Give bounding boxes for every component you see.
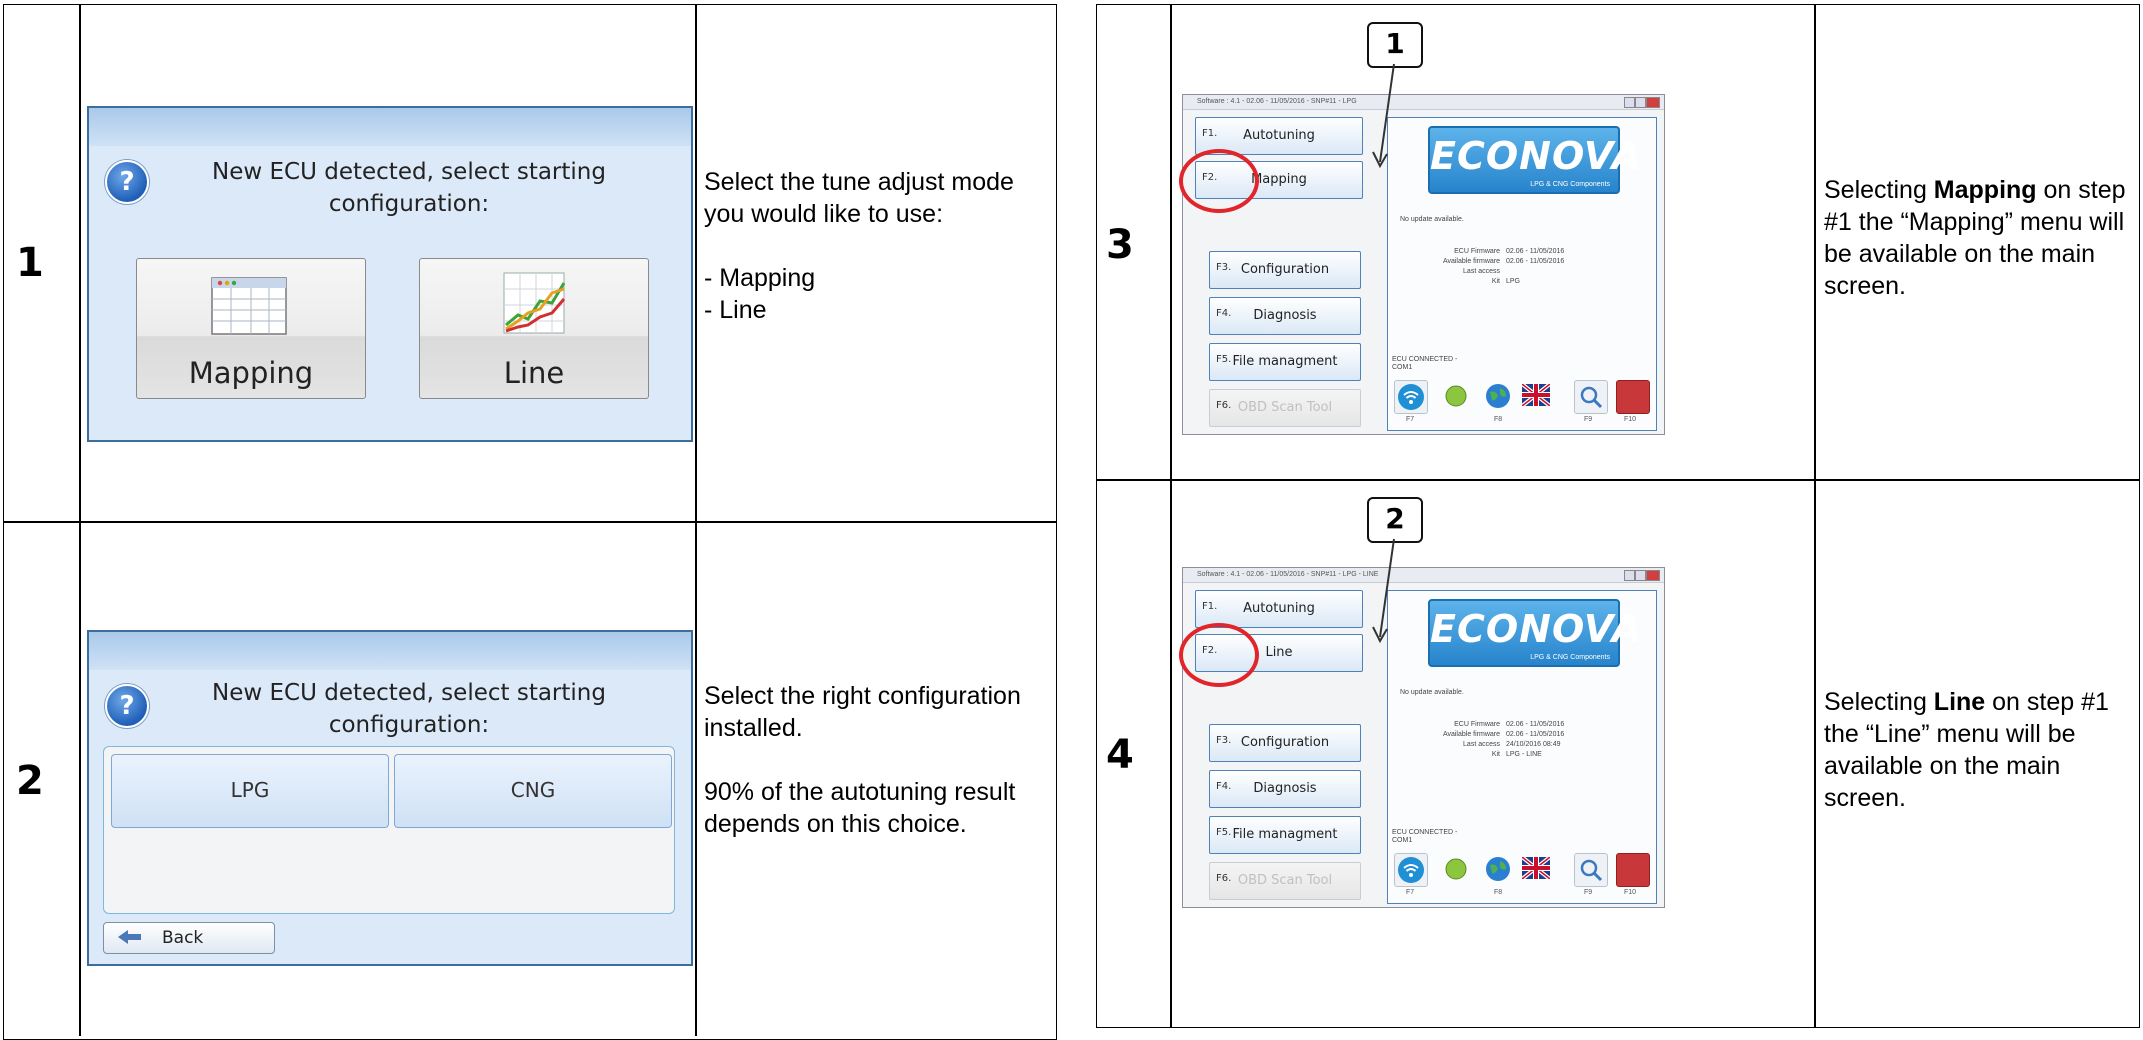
highlight-circle [1179, 623, 1259, 687]
main-screen-line: Software : 4.1 - 02.06 - 11/05/2016 - SN… [1182, 567, 1665, 908]
minimize-icon[interactable] [1624, 97, 1635, 108]
info-value: 02.06 - 11/05/2016 [1506, 721, 1565, 728]
pdf-icon[interactable] [1616, 853, 1650, 887]
left-table-row-divider [3, 521, 1057, 523]
com-port: COM1 [1392, 837, 1413, 844]
uk-flag-icon[interactable] [1520, 382, 1552, 408]
back-button[interactable]: Back [103, 922, 275, 954]
table-icon [211, 277, 287, 335]
step-4-description: Selecting Line on step #1 the “Line” men… [1824, 688, 2109, 812]
ecu-mode-dialog: ? New ECU detected, select starting conf… [87, 106, 693, 442]
obd-scan-tool-button: F6. OBD Scan Tool [1209, 389, 1361, 427]
search-icon[interactable] [1574, 380, 1608, 414]
line-button-label: Line [503, 356, 565, 390]
globe-icon[interactable] [1482, 853, 1514, 885]
back-arrow-icon [118, 930, 141, 944]
wifi-icon[interactable] [1394, 853, 1428, 887]
dialog-title: New ECU detected, select starting config… [212, 680, 606, 738]
step-number: 4 [1106, 732, 1134, 778]
dialog-title: New ECU detected, select starting config… [212, 159, 606, 217]
ecu-status: ECU CONNECTED - [1392, 356, 1458, 363]
status-led-icon [1440, 853, 1472, 885]
main-screen-mapping: Software : 4.1 - 02.06 - 11/05/2016 - SN… [1182, 94, 1665, 435]
step-3-description: Selecting Mapping on step #1 the “Mappin… [1824, 176, 2126, 300]
fkey-label: F8 [1494, 416, 1503, 423]
close-icon[interactable] [1646, 570, 1660, 581]
right-table-col-divider [1170, 4, 1172, 1028]
com-port: COM1 [1392, 364, 1413, 371]
fkey-label: F7 [1406, 416, 1415, 423]
fkey-label: F10 [1624, 416, 1637, 423]
info-value: 02.06 - 11/05/2016 [1506, 248, 1565, 255]
ecu-fuel-dialog: ? New ECU detected, select starting conf… [87, 630, 693, 966]
callout-arrow [1372, 538, 1395, 644]
fkey-label: F10 [1624, 889, 1637, 896]
wifi-icon[interactable] [1394, 380, 1428, 414]
info-value: LPG [1506, 278, 1521, 285]
info-value: 02.06 - 11/05/2016 [1506, 258, 1565, 265]
window-title: Software : 4.1 - 02.06 - 11/05/2016 - SN… [1183, 568, 1664, 583]
fkey-label: F9 [1584, 889, 1593, 896]
right-table-col-divider [1814, 4, 1816, 1028]
info-panel: ECONOVA LPG & CNG Components No update a… [1387, 117, 1657, 431]
back-button-label: Back [162, 928, 204, 948]
fkey-label: F8 [1494, 889, 1503, 896]
globe-icon[interactable] [1482, 380, 1514, 412]
ecu-status: ECU CONNECTED - [1392, 829, 1458, 836]
info-key: ECU Firmware [1454, 248, 1500, 255]
info-key: Last access [1463, 741, 1500, 748]
info-value: LPG - LINE [1506, 751, 1542, 758]
update-status: No update available. [1400, 689, 1464, 696]
lpg-button[interactable]: LPG [111, 754, 389, 828]
econova-logo: ECONOVA LPG & CNG Components [1428, 599, 1641, 667]
econova-logo: ECONOVA LPG & CNG Components [1428, 126, 1641, 194]
maximize-icon[interactable] [1635, 97, 1646, 108]
info-panel: ECONOVA LPG & CNG Components No update a… [1387, 590, 1657, 904]
line-chart-icon [503, 272, 566, 334]
info-key: Last access [1463, 268, 1500, 275]
info-value: 02.06 - 11/05/2016 [1506, 731, 1565, 738]
step-number: 2 [16, 758, 44, 804]
status-led-icon [1440, 380, 1472, 412]
window-title: Software : 4.1 - 02.06 - 11/05/2016 - SN… [1183, 95, 1664, 110]
info-value: 24/10/2016 08:49 [1506, 741, 1561, 748]
left-table-col-divider [79, 4, 81, 1036]
step-number: 3 [1106, 222, 1134, 268]
uk-flag-icon[interactable] [1520, 855, 1552, 881]
maximize-icon[interactable] [1635, 570, 1646, 581]
left-table-col-divider [695, 4, 697, 1036]
file-managment-button[interactable]: F5. File managment [1209, 343, 1361, 381]
info-key: ECU Firmware [1454, 721, 1500, 728]
file-managment-button[interactable]: F5. File managment [1209, 816, 1361, 854]
minimize-icon[interactable] [1624, 570, 1635, 581]
info-key: Available firmware [1442, 731, 1500, 738]
step-1-description: Select the tune adjust mode you would li… [704, 168, 1014, 324]
diagnosis-button[interactable]: F4. Diagnosis [1209, 297, 1361, 335]
search-icon[interactable] [1574, 853, 1608, 887]
info-key: Kit [1491, 278, 1500, 285]
mapping-button[interactable]: Mapping [136, 258, 366, 399]
update-status: No update available. [1400, 216, 1464, 223]
question-icon: ? [105, 684, 149, 728]
fkey-label: F9 [1584, 416, 1593, 423]
info-key: Available firmware [1442, 258, 1500, 265]
step-number: 1 [16, 240, 44, 286]
info-key: Kit [1491, 751, 1500, 758]
step-2-description: Select the right configuration installed… [704, 682, 1021, 838]
question-icon: ? [105, 160, 149, 204]
configuration-button[interactable]: F3. Configuration [1209, 251, 1361, 289]
pdf-icon[interactable] [1616, 380, 1650, 414]
cng-button[interactable]: CNG [394, 754, 672, 828]
diagnosis-button[interactable]: F4. Diagnosis [1209, 770, 1361, 808]
highlight-circle [1179, 149, 1259, 213]
configuration-button[interactable]: F3. Configuration [1209, 724, 1361, 762]
line-button[interactable]: Line [419, 258, 649, 399]
right-table-row-divider [1096, 479, 2140, 481]
mapping-button-label: Mapping [188, 356, 314, 390]
callout-arrow [1372, 63, 1395, 169]
close-icon[interactable] [1646, 97, 1660, 108]
obd-scan-tool-button: F6. OBD Scan Tool [1209, 862, 1361, 900]
fkey-label: F7 [1406, 889, 1415, 896]
